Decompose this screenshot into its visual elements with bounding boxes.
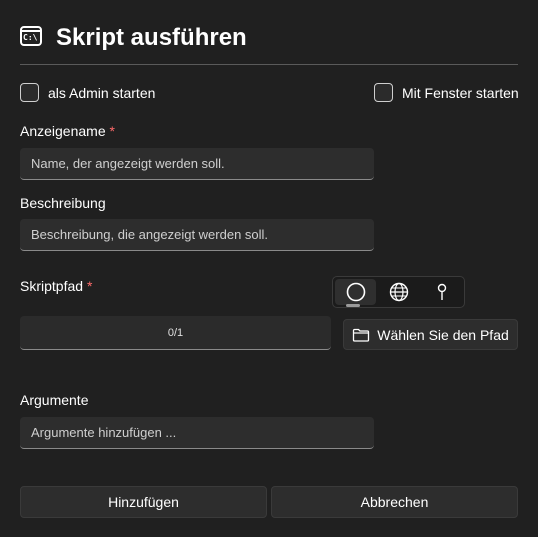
display-name-label-text: Anzeigename [20, 123, 106, 139]
arguments-label: Argumente [20, 392, 89, 408]
display-name-field[interactable] [20, 148, 374, 180]
description-field[interactable] [20, 219, 374, 251]
required-marker: * [86, 278, 93, 294]
admin-checkbox-label[interactable]: als Admin starten [48, 84, 155, 102]
dialog-title: Skript ausführen [56, 24, 247, 51]
description-label: Beschreibung [20, 195, 106, 211]
terminal-icon-text: C:\ [23, 33, 38, 42]
pin-icon [437, 283, 446, 300]
required-marker: * [109, 123, 115, 139]
circle-icon [346, 282, 365, 302]
source-option-web[interactable] [378, 279, 419, 305]
display-name-input[interactable] [31, 156, 374, 171]
window-checkbox-label[interactable]: Mit Fenster starten [402, 84, 519, 102]
source-option-local[interactable] [335, 279, 376, 305]
script-path-progress: 0/1 [20, 316, 331, 350]
progress-text: 0/1 [167, 326, 184, 339]
choose-path-button[interactable]: Wählen Sie den Pfad [343, 319, 518, 350]
script-path-label: Skriptpfad * [20, 277, 92, 295]
header-divider [20, 64, 518, 65]
cancel-button[interactable]: Abbrechen [271, 486, 518, 518]
choose-path-label: Wählen Sie den Pfad [377, 326, 509, 343]
window-checkbox[interactable] [374, 83, 393, 102]
display-name-label: Anzeigename * [20, 122, 115, 140]
globe-icon [389, 282, 408, 302]
admin-checkbox[interactable] [20, 83, 39, 102]
arguments-field[interactable] [20, 417, 374, 449]
script-path-label-text: Skriptpfad [20, 278, 84, 294]
add-button[interactable]: Hinzufügen [20, 486, 267, 518]
terminal-icon: C:\ [20, 26, 42, 46]
arguments-input[interactable] [31, 425, 374, 440]
description-input[interactable] [31, 227, 374, 242]
folder-icon [353, 328, 370, 342]
selected-source-indicator [346, 304, 360, 307]
source-option-pin[interactable] [421, 279, 462, 305]
